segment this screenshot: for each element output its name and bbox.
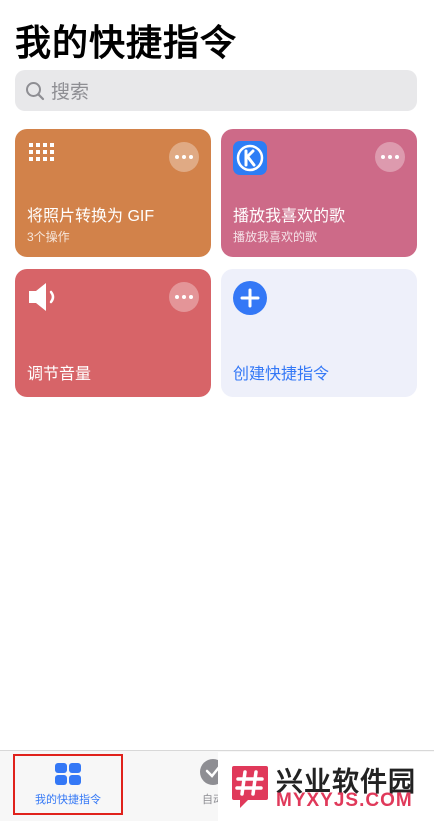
tab-my-shortcuts[interactable]: 我的快捷指令 xyxy=(13,754,123,815)
hash-logo-icon xyxy=(232,766,268,808)
plus-icon xyxy=(233,281,267,315)
search-placeholder: 搜索 xyxy=(51,82,90,103)
create-shortcut-card[interactable]: 创建快捷指令 xyxy=(221,269,417,397)
shortcut-title: 将照片转换为 GIF xyxy=(27,208,155,225)
shortcut-title: 播放我喜欢的歌 xyxy=(233,208,346,225)
more-options-button[interactable] xyxy=(375,142,405,172)
shortcuts-grid-icon xyxy=(55,763,81,785)
shortcut-subtitle: 播放我喜欢的歌 xyxy=(233,230,318,244)
more-options-button[interactable] xyxy=(169,282,199,312)
create-shortcut-label: 创建快捷指令 xyxy=(233,366,330,383)
shortcut-subtitle: 3个操作 xyxy=(27,230,70,244)
more-options-button[interactable] xyxy=(169,142,199,172)
shortcut-title: 调节音量 xyxy=(27,366,92,383)
tab-label: 我的快捷指令 xyxy=(35,794,101,806)
watermark: 兴业软件园 MYXYJS.COM xyxy=(218,752,434,821)
watermark-url: MYXYJS.COM xyxy=(276,790,413,811)
shortcut-card-adjust-volume[interactable]: 调节音量 xyxy=(15,269,211,397)
kugou-app-icon xyxy=(233,141,267,175)
search-icon xyxy=(26,81,45,100)
speaker-icon xyxy=(29,283,55,311)
grid-icon xyxy=(29,143,54,161)
search-bar[interactable]: 搜索 xyxy=(15,70,417,111)
shortcut-card-play-song[interactable]: 播放我喜欢的歌 播放我喜欢的歌 xyxy=(221,129,417,257)
page-title: 我的快捷指令 xyxy=(15,22,238,63)
shortcut-card-convert-gif[interactable]: 将照片转换为 GIF 3个操作 xyxy=(15,129,211,257)
